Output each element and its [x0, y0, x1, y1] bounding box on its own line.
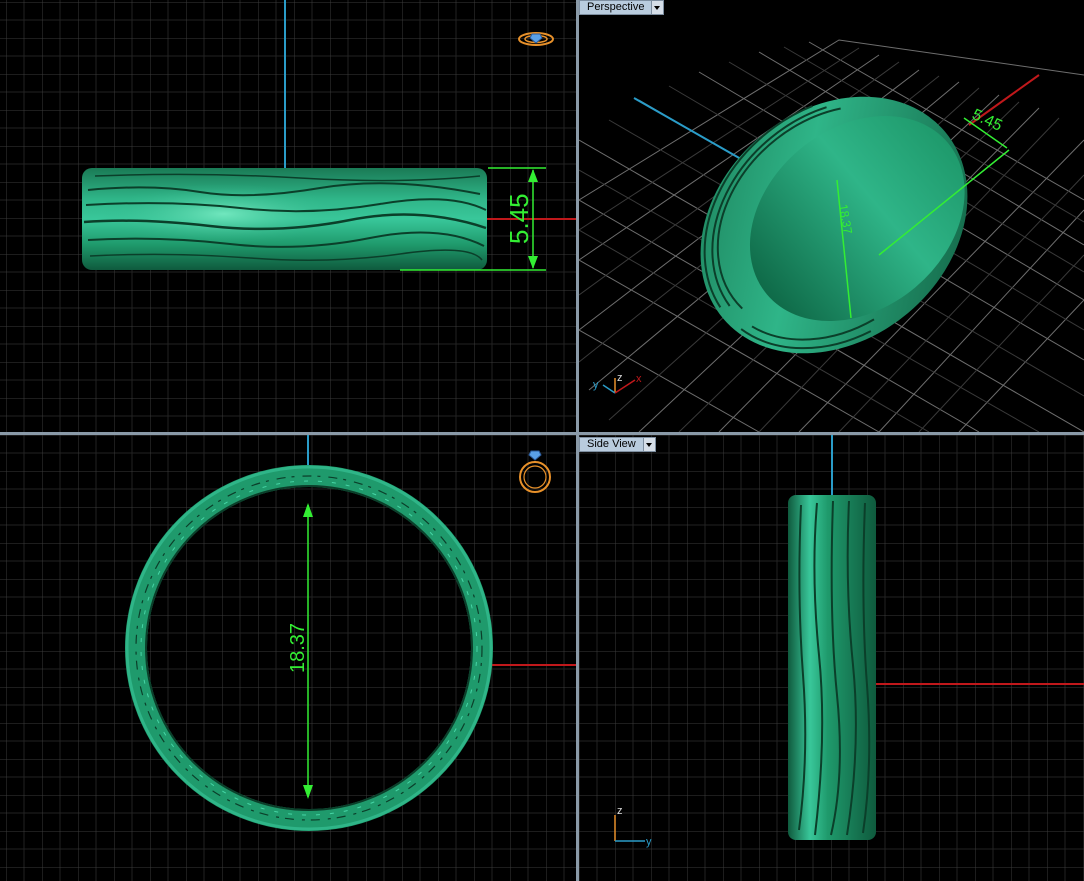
- dimension-label-top: 5.45: [504, 193, 534, 244]
- dimension-label-front: 18.37: [287, 623, 309, 673]
- axis-y-label: y: [593, 379, 599, 391]
- axis-z-label: z: [617, 372, 623, 384]
- axis-y-label-side: y: [646, 836, 652, 848]
- viewport-top-canvas: 5.45: [0, 0, 576, 432]
- viewport-top[interactable]: 5.45: [0, 0, 576, 432]
- viewport-side-canvas: z y: [579, 435, 1084, 881]
- axis-z-label-side: z: [617, 805, 623, 817]
- dropdown-arrow-icon[interactable]: [643, 437, 656, 452]
- viewport-front-canvas: 18.37: [0, 435, 576, 881]
- ring-side-view: [788, 495, 876, 840]
- viewport-perspective-label[interactable]: Perspective: [579, 0, 665, 15]
- viewport-side-title[interactable]: Side View: [579, 437, 644, 452]
- axis-x-label: x: [636, 373, 642, 385]
- viewport-perspective-title[interactable]: Perspective: [579, 0, 653, 15]
- dropdown-arrow-icon[interactable]: [652, 0, 665, 15]
- viewport-perspective[interactable]: 5.45 18.37 y z x Perspective: [579, 0, 1084, 432]
- viewport-divider-vertical[interactable]: [576, 0, 579, 881]
- viewport-perspective-canvas: 5.45 18.37 y z x: [579, 39, 1084, 432]
- dimension-width-persp: 5.45: [969, 106, 1004, 135]
- viewport-divider-horizontal[interactable]: [0, 432, 1084, 435]
- viewport-side[interactable]: z y Side View: [579, 435, 1084, 881]
- viewport-front[interactable]: 18.37: [0, 435, 576, 881]
- viewport-side-label[interactable]: Side View: [579, 437, 656, 452]
- axis-triad-persp: y z x: [593, 372, 642, 394]
- ring-band-top-view: [82, 168, 487, 270]
